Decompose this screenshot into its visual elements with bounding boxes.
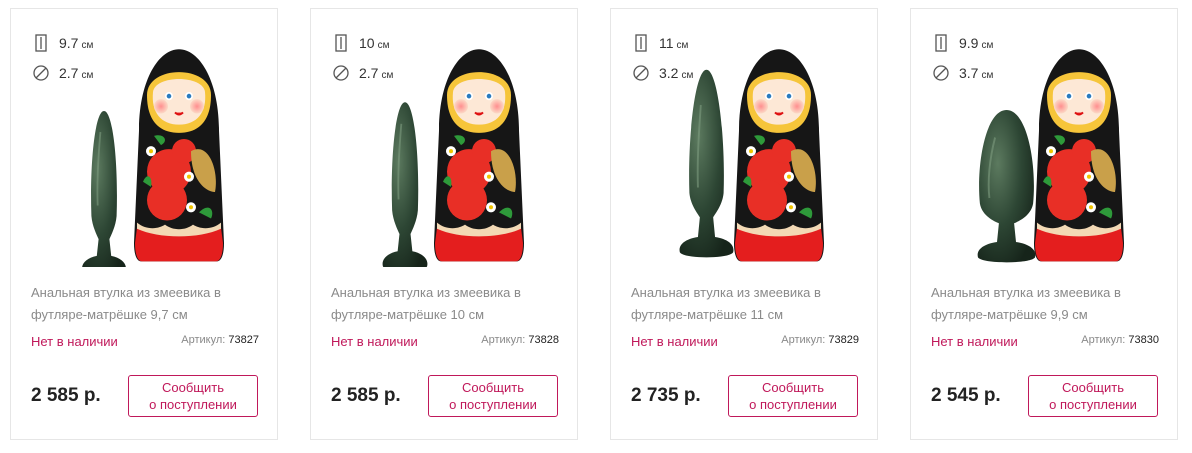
diameter-icon (333, 65, 349, 81)
price: 2 735 р. (631, 385, 701, 406)
sku-label: Артикул: (181, 334, 226, 346)
notify-button[interactable]: Сообщить о поступлении (728, 375, 858, 417)
length-icon (635, 34, 647, 52)
notify-label-1: Сообщить (462, 380, 524, 395)
notify-label-2: о поступлении (449, 397, 537, 412)
notify-button[interactable]: Сообщить о поступлении (428, 375, 558, 417)
length-icon (935, 34, 947, 52)
diameter-icon (633, 65, 649, 81)
product-card[interactable]: 11 см 3.2 см Анальная втулка из змеевика… (610, 8, 878, 440)
length-icon (335, 34, 347, 52)
product-title[interactable]: Анальная втулка из змеевика в футляре-ма… (331, 282, 559, 326)
product-image[interactable] (659, 39, 859, 267)
sku-number: 73829 (828, 334, 859, 346)
sku-label: Артикул: (781, 334, 826, 346)
notify-label-2: о поступлении (1049, 397, 1137, 412)
plug-image (81, 109, 127, 267)
stock-status: Нет в наличии (331, 334, 418, 349)
stock-status: Нет в наличии (31, 334, 118, 349)
sku-number: 73828 (528, 334, 559, 346)
matryoshka-image (432, 48, 526, 263)
notify-label-1: Сообщить (162, 380, 224, 395)
diameter-icon (933, 65, 949, 81)
plug-image (976, 108, 1037, 264)
notify-label-1: Сообщить (762, 380, 824, 395)
product-title[interactable]: Анальная втулка из змеевика в футляре-ма… (631, 282, 859, 326)
notify-button[interactable]: Сообщить о поступлении (1028, 375, 1158, 417)
sku-number: 73827 (228, 334, 259, 346)
sku: Артикул: 73828 (481, 334, 559, 346)
stock-status: Нет в наличии (631, 334, 718, 349)
notify-label-1: Сообщить (1062, 380, 1124, 395)
product-image[interactable] (59, 39, 259, 267)
stock-status: Нет в наличии (931, 334, 1018, 349)
product-title[interactable]: Анальная втулка из змеевика в футляре-ма… (931, 282, 1159, 326)
product-image[interactable] (959, 39, 1159, 267)
product-card[interactable]: 10 см 2.7 см Анальная втулка из змеевика… (310, 8, 578, 440)
matryoshka-image (132, 48, 226, 263)
plug-image (381, 101, 429, 267)
sku-label: Артикул: (1081, 334, 1126, 346)
product-image[interactable] (359, 39, 559, 267)
product-card[interactable]: 9.9 см 3.7 см Анальная втулка из змеевик… (910, 8, 1178, 440)
sku: Артикул: 73830 (1081, 334, 1159, 346)
notify-button[interactable]: Сообщить о поступлении (128, 375, 258, 417)
product-card[interactable]: 9.7 см 2.7 см Анальная втулка из змеевик… (10, 8, 278, 440)
product-title[interactable]: Анальная втулка из змеевика в футляре-ма… (31, 282, 259, 326)
price: 2 585 р. (331, 385, 401, 406)
sku: Артикул: 73829 (781, 334, 859, 346)
diameter-icon (33, 65, 49, 81)
notify-label-2: о поступлении (749, 397, 837, 412)
price: 2 585 р. (31, 385, 101, 406)
matryoshka-image (732, 48, 826, 263)
matryoshka-image (1032, 48, 1126, 263)
plug-image (678, 68, 735, 259)
price: 2 545 р. (931, 385, 1001, 406)
sku: Артикул: 73827 (181, 334, 259, 346)
notify-label-2: о поступлении (149, 397, 237, 412)
sku-number: 73830 (1128, 334, 1159, 346)
sku-label: Артикул: (481, 334, 526, 346)
length-icon (35, 34, 47, 52)
